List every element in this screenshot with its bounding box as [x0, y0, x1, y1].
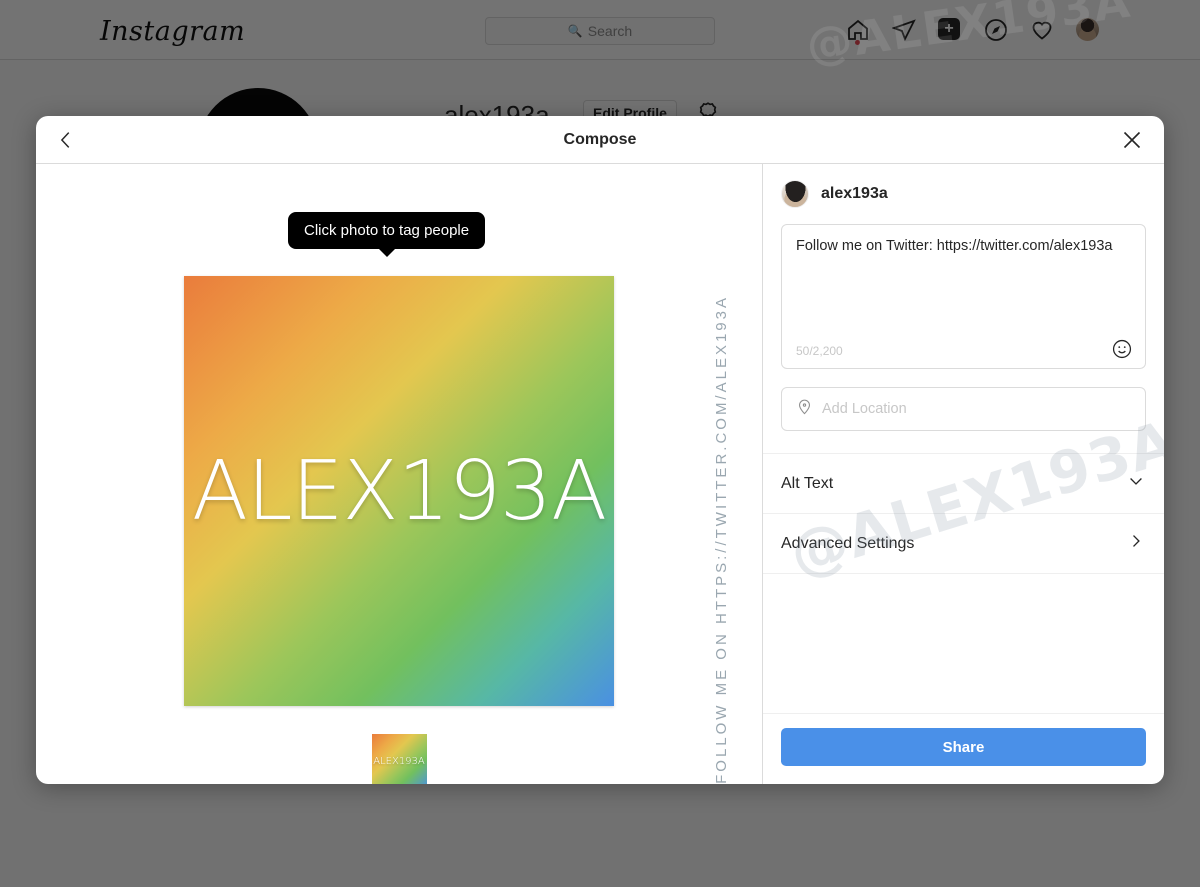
author-row: alex193a: [763, 164, 1164, 220]
form-spacer: [763, 574, 1164, 714]
thumbnail-item[interactable]: ALEX193A: [371, 734, 427, 784]
photo-overlay-text: ALEX193A: [191, 443, 607, 539]
author-username: alex193a: [821, 185, 888, 202]
thumbnail-overlay-text: ALEX193A: [373, 756, 425, 767]
compose-modal: Compose Click photo to tag people ALEX19…: [36, 116, 1164, 784]
vertical-promo-label: FOLLOW ME ON HTTPS://TWITTER.COM/ALEX193…: [713, 295, 730, 784]
modal-header: Compose: [36, 116, 1164, 164]
modal-body: Click photo to tag people ALEX193A ALEX1…: [36, 164, 1164, 784]
emoji-smiley-icon[interactable]: [1111, 338, 1133, 360]
back-button[interactable]: [52, 126, 80, 154]
advanced-settings-label: Advanced Settings: [781, 534, 915, 552]
tag-people-tooltip: Click photo to tag people: [288, 212, 486, 249]
chevron-down-icon[interactable]: [1126, 471, 1146, 496]
alt-text-row[interactable]: Alt Text: [763, 454, 1164, 514]
advanced-settings-row[interactable]: Advanced Settings: [763, 514, 1164, 574]
vertical-promo-text: FOLLOW ME ON HTTPS://TWITTER.COM/ALEX193…: [713, 164, 730, 784]
photo-preview[interactable]: ALEX193A: [184, 276, 614, 706]
alt-text-label: Alt Text: [781, 474, 834, 492]
share-button[interactable]: Share: [781, 728, 1146, 766]
modal-title: Compose: [563, 130, 637, 148]
caption-value: Follow me on Twitter: https://twitter.co…: [796, 238, 1113, 254]
caption-field[interactable]: Follow me on Twitter: https://twitter.co…: [781, 224, 1146, 369]
character-counter: 50/2,200: [796, 344, 843, 358]
location-pin-icon: [796, 398, 813, 420]
close-button[interactable]: [1118, 126, 1146, 154]
share-button-container: Share: [763, 714, 1164, 784]
compose-form-pane: @ALEX193A alex193a Follow me on Twitter:…: [763, 164, 1164, 784]
thumbnail-strip: ALEX193A: [184, 734, 614, 784]
chevron-right-icon[interactable]: [1126, 531, 1146, 556]
author-avatar: [781, 180, 809, 208]
location-field[interactable]: Add Location: [781, 387, 1146, 431]
location-placeholder: Add Location: [822, 401, 907, 417]
media-pane: Click photo to tag people ALEX193A ALEX1…: [36, 164, 763, 784]
